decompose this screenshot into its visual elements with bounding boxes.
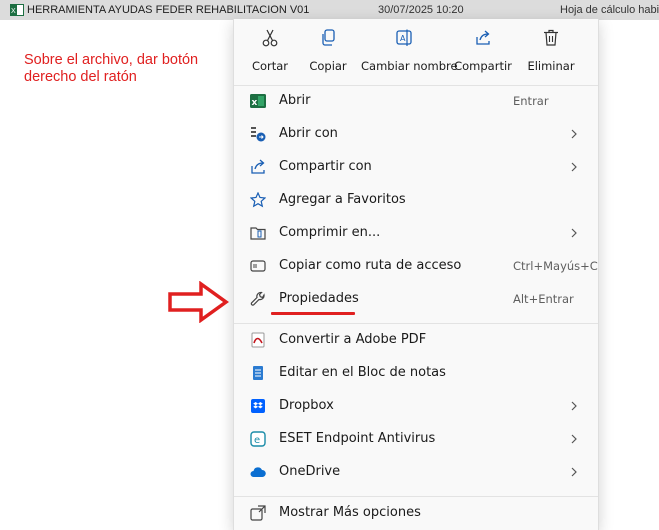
- file-date: 30/07/2025 10:20: [378, 4, 464, 16]
- menu-item-label: Dropbox: [279, 398, 334, 413]
- menu-item-label: Editar en el Bloc de notas: [279, 365, 446, 380]
- menu-item-eset[interactable]: e ESET Endpoint Antivirus: [234, 423, 598, 456]
- adobe-pdf-icon: [251, 332, 265, 348]
- share-icon: [251, 159, 265, 174]
- rename-icon: A: [396, 29, 412, 46]
- menu-item-label: Abrir con: [279, 126, 338, 141]
- instruction-note: Sobre el archivo, dar botón derecho del …: [24, 52, 199, 85]
- file-name: HERRAMIENTA AYUDAS FEDER REHABILITACION …: [27, 4, 310, 16]
- wrench-icon: [250, 291, 265, 306]
- svg-text:x: x: [252, 98, 258, 108]
- menu-item-label: Abrir: [279, 93, 311, 108]
- menu-item-adobe-pdf[interactable]: Convertir a Adobe PDF: [234, 324, 598, 357]
- menu-item-shortcut: Alt+Entrar: [513, 292, 574, 306]
- menu-item-label: Agregar a Favoritos: [279, 192, 406, 207]
- menu-item-label: Comprimir en...: [279, 225, 381, 240]
- menu-item-mas-opciones[interactable]: Mostrar Más opciones: [234, 497, 598, 530]
- cloud-icon: [250, 467, 266, 477]
- excel-icon: x: [250, 94, 266, 108]
- expand-icon: [250, 505, 266, 521]
- open-with-icon: [251, 127, 266, 142]
- copy-button[interactable]: Copiar: [292, 19, 364, 81]
- share-button[interactable]: Compartir: [447, 19, 519, 81]
- menu-item-label: Compartir con: [279, 159, 372, 174]
- dropbox-icon: [251, 399, 265, 413]
- notepad-icon: [253, 366, 263, 380]
- file-type: Hoja de cálculo habilitada: [560, 4, 659, 16]
- menu-item-label: Mostrar Más opciones: [279, 505, 421, 520]
- context-toolbar: Cortar Copiar A Cambiar nombre Compartir…: [234, 19, 598, 81]
- chevron-right-icon: [571, 401, 577, 411]
- chevron-right-icon: [571, 162, 577, 172]
- highlight-underline: [271, 312, 355, 315]
- delete-button[interactable]: Eliminar: [515, 19, 587, 81]
- chevron-right-icon: [571, 228, 577, 238]
- context-menu: Cortar Copiar A Cambiar nombre Compartir…: [233, 19, 599, 530]
- menu-item-label: Propiedades: [279, 291, 359, 306]
- menu-item-label: OneDrive: [279, 464, 341, 479]
- chevron-right-icon: [571, 434, 577, 444]
- trash-icon: [544, 29, 558, 46]
- zip-folder-icon: [250, 227, 266, 240]
- menu-item-compartir-con[interactable]: Compartir con: [234, 151, 598, 184]
- chevron-right-icon: [571, 129, 577, 139]
- star-icon: [250, 192, 266, 208]
- rename-button[interactable]: A Cambiar nombre: [361, 19, 458, 81]
- menu-item-shortcut: Entrar: [513, 94, 549, 108]
- menu-item-comprimir[interactable]: Comprimir en...: [234, 217, 598, 250]
- menu-item-copiar-ruta[interactable]: Copiar como ruta de acceso Ctrl+Mayús+C: [234, 250, 598, 283]
- pointer-arrow-icon: [168, 281, 229, 323]
- menu-item-abrir-con[interactable]: Abrir con: [234, 118, 598, 151]
- share-icon: [476, 30, 490, 45]
- svg-text:X: X: [11, 8, 16, 15]
- menu-item-bloc-notas[interactable]: Editar en el Bloc de notas: [234, 357, 598, 390]
- menu-item-agregar-favoritos[interactable]: Agregar a Favoritos: [234, 184, 598, 217]
- copy-icon: [322, 29, 335, 46]
- menu-item-label: ESET Endpoint Antivirus: [279, 431, 436, 446]
- file-row[interactable]: X HERRAMIENTA AYUDAS FEDER REHABILITACIO…: [0, 0, 659, 20]
- menu-item-dropbox[interactable]: Dropbox: [234, 390, 598, 423]
- menu-item-shortcut: Ctrl+Mayús+C: [513, 259, 598, 273]
- svg-text:e: e: [254, 435, 260, 446]
- menu-item-onedrive[interactable]: OneDrive: [234, 456, 598, 489]
- share-label: Compartir: [454, 59, 512, 73]
- chevron-right-icon: [571, 467, 577, 477]
- menu-item-abrir[interactable]: x Abrir Entrar: [234, 85, 598, 118]
- eset-icon: e: [250, 431, 266, 447]
- copy-path-icon: [250, 260, 266, 272]
- excel-file-icon: X: [10, 4, 24, 16]
- delete-label: Eliminar: [527, 59, 575, 73]
- scissors-icon: [262, 29, 278, 47]
- rename-label: Cambiar nombre: [361, 59, 458, 73]
- svg-text:A: A: [400, 34, 406, 43]
- copy-label: Copiar: [309, 59, 347, 73]
- menu-item-label: Copiar como ruta de acceso: [279, 258, 462, 273]
- menu-item-label: Convertir a Adobe PDF: [279, 332, 427, 347]
